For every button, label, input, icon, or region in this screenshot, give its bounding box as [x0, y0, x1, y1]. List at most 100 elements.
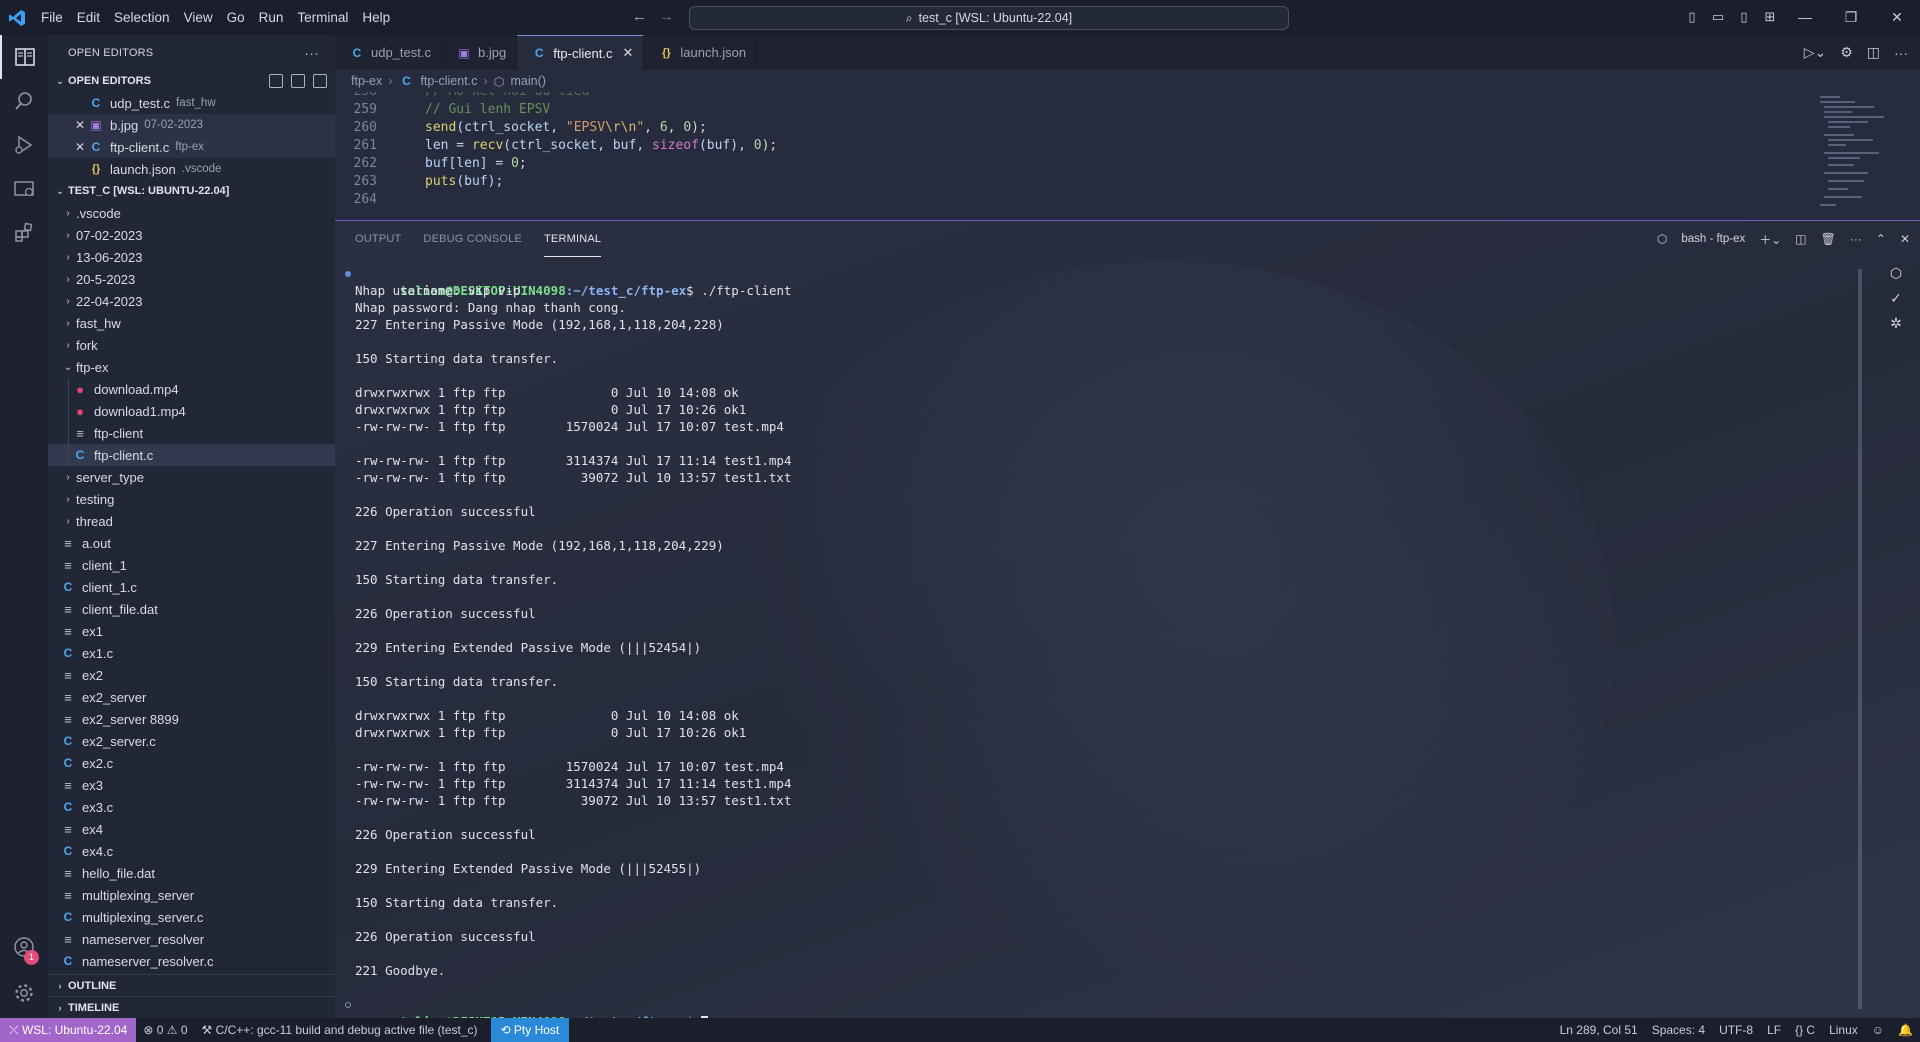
file-item-selected[interactable]: Cftp-client.c [48, 444, 335, 466]
run-file-icon[interactable]: ▷⌄ [1804, 44, 1827, 61]
outline-section[interactable]: › OUTLINE [48, 974, 335, 996]
breadcrumb-symbol[interactable]: main() [511, 74, 546, 88]
accounts-icon[interactable]: 1 [0, 925, 48, 969]
file-item[interactable]: ≡ ex2_server [48, 686, 335, 708]
file-item[interactable]: Cex1.c [48, 642, 335, 664]
file-item[interactable]: ≡ ex1 [48, 620, 335, 642]
file-item[interactable]: Cex4.c [48, 840, 335, 862]
file-item[interactable]: ≡ ex3 [48, 774, 335, 796]
tab-output[interactable]: OUTPUT [355, 221, 401, 257]
folder-item[interactable]: › fast_hw [48, 312, 335, 334]
menu-file[interactable]: File [34, 0, 70, 35]
file-item[interactable]: ≡ multiplexing_server [48, 884, 335, 906]
restore-button[interactable]: ❐ [1828, 0, 1874, 35]
file-item[interactable]: Cex3.c [48, 796, 335, 818]
folder-item-ftp-ex[interactable]: ⌄ ftp-ex [48, 356, 335, 378]
new-terminal-icon[interactable]: ＋⌄ [1759, 231, 1781, 248]
file-item[interactable]: ≡ client_file.dat [48, 598, 335, 620]
close-tab-icon[interactable]: ✕ [622, 45, 633, 61]
file-item[interactable]: Cex2_server.c [48, 730, 335, 752]
debug-icon[interactable]: ✲ [1890, 315, 1902, 332]
close-window-button[interactable]: ✕ [1874, 0, 1920, 35]
remote-explorer-icon[interactable] [0, 167, 48, 211]
toggle-primary-sidebar-icon[interactable]: ▯ [1684, 9, 1700, 25]
file-item[interactable]: ≡ ex4 [48, 818, 335, 840]
folder-item[interactable]: › testing [48, 488, 335, 510]
open-editor-item[interactable]: C udp_test.c fast_hw [48, 92, 335, 114]
tab-b-jpg[interactable]: ▣ b.jpg [442, 35, 518, 70]
split-terminal-icon[interactable]: ◫ [1795, 232, 1806, 246]
file-item[interactable]: ● download1.mp4 [48, 400, 335, 422]
file-item[interactable]: ● download.mp4 [48, 378, 335, 400]
folder-item[interactable]: › 07-02-2023 [48, 224, 335, 246]
folder-item[interactable]: › 20-5-2023 [48, 268, 335, 290]
build-task[interactable]: ⚒ C/C++: gcc-11 build and debug active f… [195, 1023, 485, 1037]
file-item[interactable]: ≡ ex2_server 8899 [48, 708, 335, 730]
more-actions-icon[interactable]: ··· [304, 45, 319, 61]
file-item[interactable]: Cnameserver_resolver.c [48, 950, 335, 972]
feedback-icon[interactable]: ☺ [1865, 1023, 1891, 1037]
run-debug-icon[interactable] [0, 123, 48, 167]
file-item[interactable]: ≡ a.out [48, 532, 335, 554]
folder-item[interactable]: › .vscode [48, 202, 335, 224]
notifications-bell-icon[interactable]: 🔔 [1891, 1023, 1920, 1037]
folder-item[interactable]: › 22-04-2023 [48, 290, 335, 312]
file-item[interactable]: Cmultiplexing_server.c [48, 906, 335, 928]
open-editor-item[interactable]: ✕ C ftp-client.c ftp-ex [48, 136, 335, 158]
folder-item[interactable]: › fork [48, 334, 335, 356]
explorer-icon[interactable] [0, 35, 48, 79]
terminal-profile[interactable]: bash - ftp-ex [1681, 233, 1745, 245]
menu-terminal[interactable]: Terminal [290, 0, 355, 35]
folder-item[interactable]: › 13-06-2023 [48, 246, 335, 268]
file-item[interactable]: ≡ nameserver_resolver [48, 928, 335, 950]
menu-view[interactable]: View [177, 0, 220, 35]
tab-terminal[interactable]: TERMINAL [544, 221, 602, 257]
save-all-icon[interactable] [291, 74, 305, 88]
file-item[interactable]: Cex2.c [48, 752, 335, 774]
problems-indicator[interactable]: ⊗ 0 ⚠ 0 [136, 1023, 194, 1037]
end-of-line[interactable]: LF [1760, 1023, 1788, 1037]
cursor-position[interactable]: Ln 289, Col 51 [1553, 1023, 1645, 1037]
close-panel-icon[interactable]: ✕ [1900, 232, 1910, 246]
split-editor-icon[interactable]: ◫ [1867, 44, 1880, 61]
command-center[interactable]: ⌕ test_c [WSL: Ubuntu-22.04] [689, 6, 1289, 30]
close-icon[interactable]: ✕ [72, 140, 88, 154]
back-arrow-icon[interactable]: ← [632, 8, 647, 25]
remote-indicator[interactable]: ⤫ WSL: Ubuntu-22.04 [0, 1018, 137, 1042]
terminal-scrollbar[interactable] [1858, 269, 1862, 1009]
code-editor[interactable]: 258// Mo ket noi du lieu 259// Gui lenh … [335, 92, 1785, 220]
extensions-icon[interactable] [0, 211, 48, 255]
tab-launch-json[interactable]: {} launch.json [644, 35, 758, 70]
toggle-secondary-sidebar-icon[interactable]: ▯ [1736, 9, 1752, 25]
workspace-section[interactable]: ⌄ TEST_C [WSL: UBUNTU-22.04] [48, 180, 335, 202]
more-actions-icon[interactable]: ··· [1894, 45, 1908, 61]
breadcrumb-folder[interactable]: ftp-ex [351, 74, 382, 88]
open-editor-item[interactable]: ✕ ▣ b.jpg 07-02-2023 [48, 114, 335, 136]
menu-edit[interactable]: Edit [70, 0, 107, 35]
menu-help[interactable]: Help [355, 0, 397, 35]
pty-host-indicator[interactable]: ⟲ Pty Host [490, 1018, 570, 1042]
file-item[interactable]: ≡ ftp-client [48, 422, 335, 444]
menu-run[interactable]: Run [252, 0, 291, 35]
manage-gear-icon[interactable] [0, 971, 48, 1015]
minimap[interactable] [1790, 92, 1920, 220]
folder-item[interactable]: › thread [48, 510, 335, 532]
menu-selection[interactable]: Selection [107, 0, 177, 35]
terminal-tab-icon[interactable]: ⬡ [1890, 265, 1902, 282]
check-icon[interactable]: ✓ [1890, 290, 1902, 307]
file-item[interactable]: ≡ ex2 [48, 664, 335, 686]
forward-arrow-icon[interactable]: → [659, 8, 674, 25]
close-all-icon[interactable] [313, 74, 327, 88]
tab-udp-test[interactable]: C udp_test.c [335, 35, 442, 70]
platform[interactable]: Linux [1822, 1023, 1865, 1037]
file-item[interactable]: ≡ hello_file.dat [48, 862, 335, 884]
file-item[interactable]: ≡ client_1 [48, 554, 335, 576]
file-item[interactable]: Cclient_1.c [48, 576, 335, 598]
close-icon[interactable]: ✕ [72, 118, 88, 132]
folder-item[interactable]: › server_type [48, 466, 335, 488]
menu-go[interactable]: Go [220, 0, 252, 35]
trash-icon[interactable]: 🗑 [1821, 232, 1836, 246]
search-view-icon[interactable] [0, 79, 48, 123]
open-editor-item[interactable]: {} launch.json .vscode [48, 158, 335, 180]
indentation[interactable]: Spaces: 4 [1645, 1023, 1712, 1037]
